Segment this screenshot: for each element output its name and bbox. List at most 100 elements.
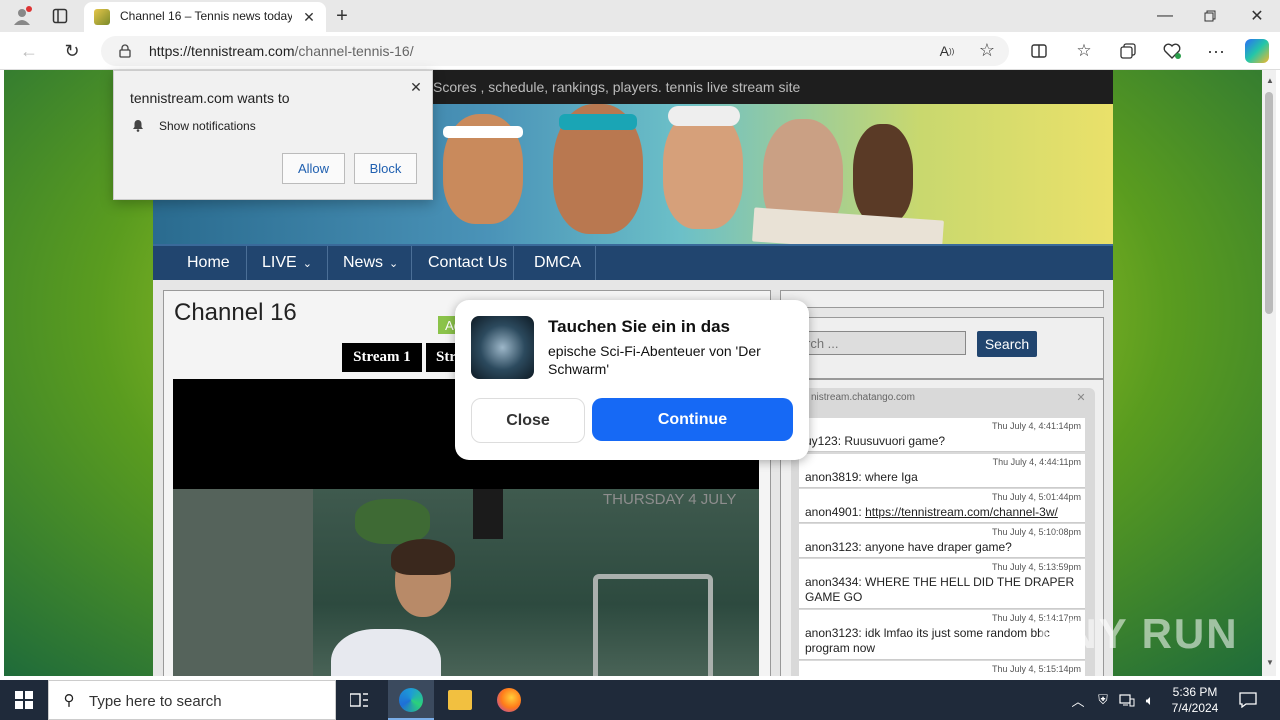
network-icon[interactable] (1118, 691, 1136, 709)
nav-news[interactable]: News ⌄ (328, 246, 412, 280)
scroll-down-icon[interactable]: ▼ (1266, 658, 1274, 667)
chat-text: anon3434: WHERE THE HELL DID THE DRAPER … (805, 575, 1075, 604)
close-tab-icon[interactable]: ✕ (300, 8, 318, 26)
stream-1-button[interactable]: Stream 1 (342, 343, 422, 372)
tab-actions-icon[interactable] (50, 6, 70, 26)
ad-title: Tauchen Sie ein in das (548, 317, 731, 336)
ad-close-button[interactable]: Close (471, 398, 585, 443)
scroll-thumb[interactable] (1265, 92, 1273, 314)
chat-text: anon3123: anyone have draper game? (805, 540, 1012, 554)
file-explorer-icon[interactable] (448, 690, 472, 710)
read-aloud-icon[interactable]: A)) (937, 41, 957, 61)
split-screen-icon[interactable] (1029, 41, 1049, 61)
firefox-icon[interactable] (497, 688, 521, 712)
chevron-down-icon: ⌄ (389, 257, 399, 270)
main-nav: Home LIVE ⌄ News ⌄ Contact Us DMCA (153, 244, 1113, 280)
volume-icon[interactable]: 🔈︎ (1141, 691, 1159, 709)
url-path: /channel-tennis-16/ (294, 43, 414, 59)
favorites-icon[interactable]: ☆ (1073, 40, 1095, 62)
taskbar: ⚲ Type here to search ︿ ⛨ 🔈︎ 5:36 PM 7/4… (0, 680, 1280, 720)
search-widget: Search (780, 317, 1104, 379)
browser-tab[interactable]: Channel 16 – Tennis news today, ✕ (84, 2, 326, 32)
prompt-item: Show notifications (159, 119, 256, 133)
lock-icon[interactable] (117, 42, 133, 60)
favicon-icon (94, 9, 110, 25)
sidebar-box-top (780, 290, 1104, 308)
favorite-star-icon[interactable]: ☆ (977, 40, 997, 60)
nav-home[interactable]: Home (153, 246, 247, 280)
prompt-title: tennistream.com wants to (130, 90, 290, 106)
more-options-icon[interactable]: ··· (1205, 40, 1227, 62)
chevron-down-icon: ⌄ (302, 257, 312, 270)
taskbar-search-box[interactable]: ⚲ Type here to search (48, 680, 336, 720)
page-title: Channel 16 (174, 299, 297, 326)
nav-news-label: News (343, 254, 384, 271)
browser-essentials-icon[interactable] (1162, 41, 1182, 61)
chat-message: Thu July 4, 5:10:08pm anon3123: anyone ha… (799, 524, 1085, 558)
chat-close-icon[interactable]: ✕ (1075, 391, 1087, 404)
back-icon[interactable]: ← (18, 40, 40, 62)
security-icon[interactable]: ⛨ (1095, 691, 1111, 709)
chat-time: Thu July 4, 5:15:14pm (991, 664, 1081, 674)
restore-icon[interactable] (1200, 6, 1220, 26)
watermark: ANY RUN (1034, 610, 1239, 657)
taskbar-edge[interactable] (388, 680, 434, 720)
chat-time: Thu July 4, 5:01:44pm (991, 492, 1081, 502)
chat-host: nistream.chatango.com (811, 392, 915, 403)
minimize-icon[interactable]: — (1155, 6, 1175, 26)
refresh-icon[interactable]: ↻ (61, 40, 83, 62)
ad-continue-button[interactable]: Continue (592, 398, 793, 441)
nav-contact-label: Contact Us (428, 254, 508, 271)
chat-time: Thu July 4, 5:10:08pm (991, 527, 1081, 537)
chat-time: Thu July 4, 4:41:14pm (991, 421, 1081, 431)
search-input[interactable] (801, 331, 966, 355)
chat-time: Thu July 4, 5:13:59pm (991, 562, 1081, 572)
windows-start-icon[interactable] (14, 690, 34, 710)
notifications-icon[interactable] (1238, 690, 1258, 710)
clock-time: 5:36 PM (1172, 685, 1218, 699)
allow-button[interactable]: Allow (282, 153, 345, 184)
chat-text: uy123: Ruusuvuori game? (805, 434, 946, 448)
chat-message: Thu July 4, 5:01:44pm anon4901: https://t… (799, 489, 1085, 523)
new-tab-icon[interactable]: + (332, 5, 352, 27)
video-frame: THURSDAY 4 JULY (173, 489, 759, 676)
nav-live-label: LIVE (262, 254, 297, 271)
close-window-icon[interactable]: ✕ (1247, 6, 1267, 26)
search-icon: ⚲ (63, 692, 75, 709)
copilot-icon[interactable] (1245, 39, 1269, 63)
show-hidden-icons-icon[interactable]: ︿ (1070, 691, 1086, 709)
nav-live[interactable]: LIVE ⌄ (247, 246, 328, 280)
taskbar-clock[interactable]: 5:36 PM 7/4/2024 (1165, 684, 1225, 716)
clock-date: 7/4/2024 (1171, 701, 1219, 715)
video-overlay-text: THURSDAY 4 JULY (603, 491, 737, 508)
taskbar-search-placeholder: Type here to search (89, 693, 222, 710)
tab-title: Channel 16 – Tennis news today, (120, 9, 292, 23)
nav-home-label: Home (187, 254, 230, 271)
profile-icon[interactable] (10, 5, 34, 27)
search-button[interactable]: Search (977, 331, 1037, 357)
chat-message: Thu July 4, 4:44:11pm anon3819: where Iga (799, 454, 1085, 488)
chat-message: Thu July 4, 5:13:59pm anon3434: WHERE THE… (799, 559, 1085, 609)
block-button[interactable]: Block (354, 153, 417, 184)
chat-text: anon4901: https://tennistream.com/channe… (805, 505, 1081, 520)
chat-time: Thu July 4, 4:44:11pm (992, 457, 1081, 467)
collections-icon[interactable] (1118, 41, 1138, 61)
nav-dmca-label: DMCA (534, 254, 582, 271)
chat-text: anon3819: where Iga (805, 470, 918, 484)
chat-message: Thu July 4, 5:15:14pm (799, 661, 1085, 676)
scroll-up-icon[interactable]: ▲ (1266, 76, 1274, 85)
address-bar[interactable]: https://tennistream.com/channel-tennis-1… (101, 36, 1009, 66)
url-host: https://tennistream.com (149, 43, 295, 59)
nav-contact-us[interactable]: Contact Us (412, 246, 514, 280)
chat-message: Thu July 4, 4:41:14pm uy123: Ruusuvuori g… (799, 418, 1085, 452)
url-text: https://tennistream.com/channel-tennis-1… (149, 43, 414, 59)
task-view-icon[interactable] (349, 690, 369, 710)
nav-dmca[interactable]: DMCA (514, 246, 596, 280)
notification-permission-prompt: tennistream.com wants to ✕ Show notifica… (113, 70, 433, 200)
bell-icon (131, 118, 145, 132)
prompt-close-icon[interactable]: ✕ (408, 79, 424, 95)
ad-thumbnail-image (471, 316, 534, 379)
chat-link[interactable]: https://tennistream.com/channel-3w/ (865, 505, 1058, 519)
page-scrollbar[interactable]: ▲ ▼ (1262, 70, 1276, 676)
edge-icon (399, 688, 423, 712)
